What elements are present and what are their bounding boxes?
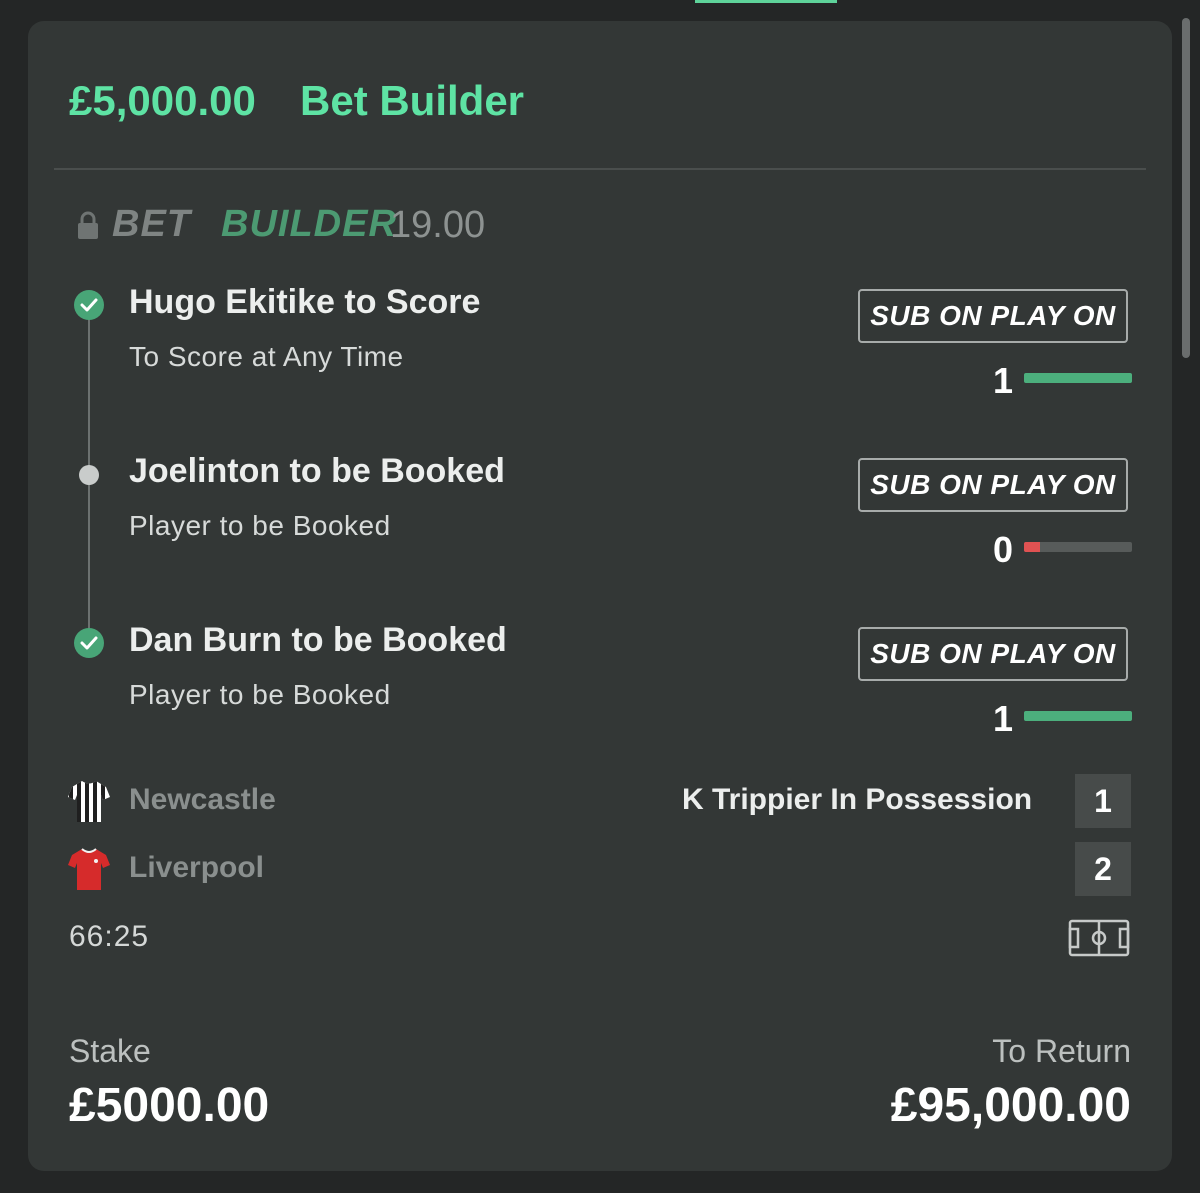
away-team-name: Liverpool: [129, 851, 265, 884]
scrollbar[interactable]: [1182, 18, 1190, 358]
progress-bar: [1024, 542, 1132, 552]
progress-bar-fill: [1024, 542, 1041, 552]
check-icon: [74, 290, 104, 320]
away-score: 2: [1075, 842, 1131, 896]
red-shirt-icon: [68, 848, 110, 890]
possession-status: K Trippier In Possession: [682, 783, 1033, 816]
sub-on-play-on-button[interactable]: SUB ON PLAY ON: [858, 289, 1128, 343]
progress-bar: [1024, 373, 1132, 383]
to-return-label: To Return: [992, 1033, 1131, 1069]
pending-dot-icon: [79, 465, 99, 485]
bet-card: £5,000.00 Bet Builder BET BUILDER 19.00 …: [28, 21, 1172, 1171]
lock-icon: [78, 211, 98, 239]
divider: [54, 168, 1146, 170]
progress-bar-fill: [1024, 373, 1132, 383]
check-icon: [74, 628, 104, 658]
bet-builder-label-bet: BET: [112, 203, 191, 245]
progress-count: 1: [992, 698, 1013, 739]
stake-label: Stake: [69, 1033, 151, 1069]
stake-value: £5000.00: [69, 1079, 270, 1132]
sub-on-play-on-button[interactable]: SUB ON PLAY ON: [858, 627, 1128, 681]
selection-title: Dan Burn to be Booked: [129, 621, 507, 659]
to-return-value: £95,000.00: [890, 1079, 1131, 1132]
progress-count: 1: [992, 360, 1013, 401]
active-tab-indicator: [695, 0, 837, 3]
home-score: 1: [1075, 774, 1131, 828]
progress-bar-fill: [1024, 711, 1132, 721]
selection-title: Joelinton to be Booked: [129, 452, 505, 490]
selection-market: Player to be Booked: [129, 679, 391, 710]
bet-type-title: Bet Builder: [300, 77, 525, 124]
sub-on-play-on-button[interactable]: SUB ON PLAY ON: [858, 458, 1128, 512]
progress-bar: [1024, 711, 1132, 721]
bet-amount: £5,000.00: [69, 77, 256, 124]
pitch-icon[interactable]: [1068, 919, 1130, 957]
selection-title: Hugo Ekitike to Score: [129, 283, 481, 321]
bet-builder-odds: 19.00: [390, 204, 486, 246]
selection-market: To Score at Any Time: [129, 341, 404, 372]
selection-market: Player to be Booked: [129, 510, 391, 541]
home-team-name: Newcastle: [129, 783, 276, 816]
striped-shirt-icon: [68, 781, 110, 822]
match-clock: 66:25: [69, 920, 150, 953]
bet-builder-label-builder: BUILDER: [221, 203, 397, 245]
progress-count: 0: [992, 529, 1013, 570]
